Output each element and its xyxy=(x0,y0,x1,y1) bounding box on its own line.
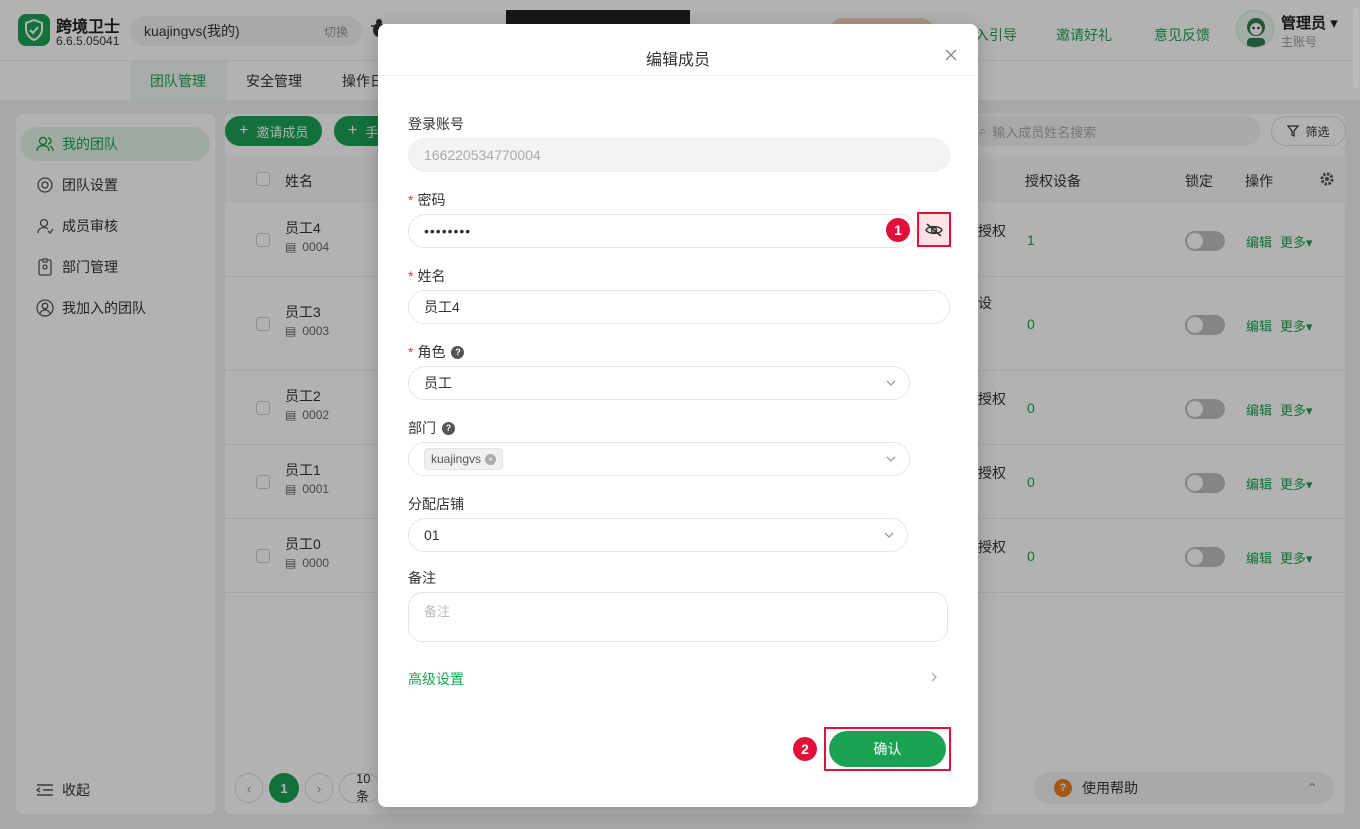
store-select[interactable]: 01 xyxy=(408,518,908,552)
remove-tag-icon[interactable]: × xyxy=(485,453,497,465)
chevron-right-icon[interactable] xyxy=(928,671,940,683)
login-account-label: 登录账号 xyxy=(408,116,464,132)
password-field[interactable]: •••••••• xyxy=(408,214,916,248)
help-icon: ? xyxy=(451,345,465,359)
store-label: 分配店铺 xyxy=(408,496,464,512)
department-select[interactable]: kuajingvs × xyxy=(408,442,910,476)
name-field[interactable]: 员工4 xyxy=(408,290,950,324)
department-tag: kuajingvs × xyxy=(424,448,504,470)
role-label: * 角色? xyxy=(408,342,465,362)
chevron-down-icon xyxy=(886,380,896,386)
step-marker-1: 1 xyxy=(886,218,910,242)
department-label: 部门? xyxy=(408,418,455,438)
note-label: 备注 xyxy=(408,570,436,586)
password-label: * 密码 xyxy=(408,192,446,208)
eye-off-icon xyxy=(925,222,943,237)
toggle-password-visibility-button[interactable] xyxy=(917,212,951,247)
name-label: * 姓名 xyxy=(408,268,446,284)
advanced-settings-link[interactable]: 高级设置 xyxy=(408,669,464,689)
chevron-down-icon xyxy=(884,532,894,538)
close-icon[interactable] xyxy=(943,47,959,63)
help-icon: ? xyxy=(442,421,455,435)
role-select[interactable]: 员工 xyxy=(408,366,910,400)
dialog-title: 编辑成员 xyxy=(645,52,710,69)
confirm-button[interactable]: 确认 xyxy=(829,731,946,767)
chevron-down-icon xyxy=(886,456,896,462)
note-textarea[interactable]: 备注 xyxy=(408,592,948,642)
login-account-field: 166220534770004 xyxy=(408,138,950,172)
dialog-divider xyxy=(378,75,978,76)
page-scrollbar[interactable] xyxy=(1353,8,1359,88)
step-marker-2: 2 xyxy=(793,737,817,761)
